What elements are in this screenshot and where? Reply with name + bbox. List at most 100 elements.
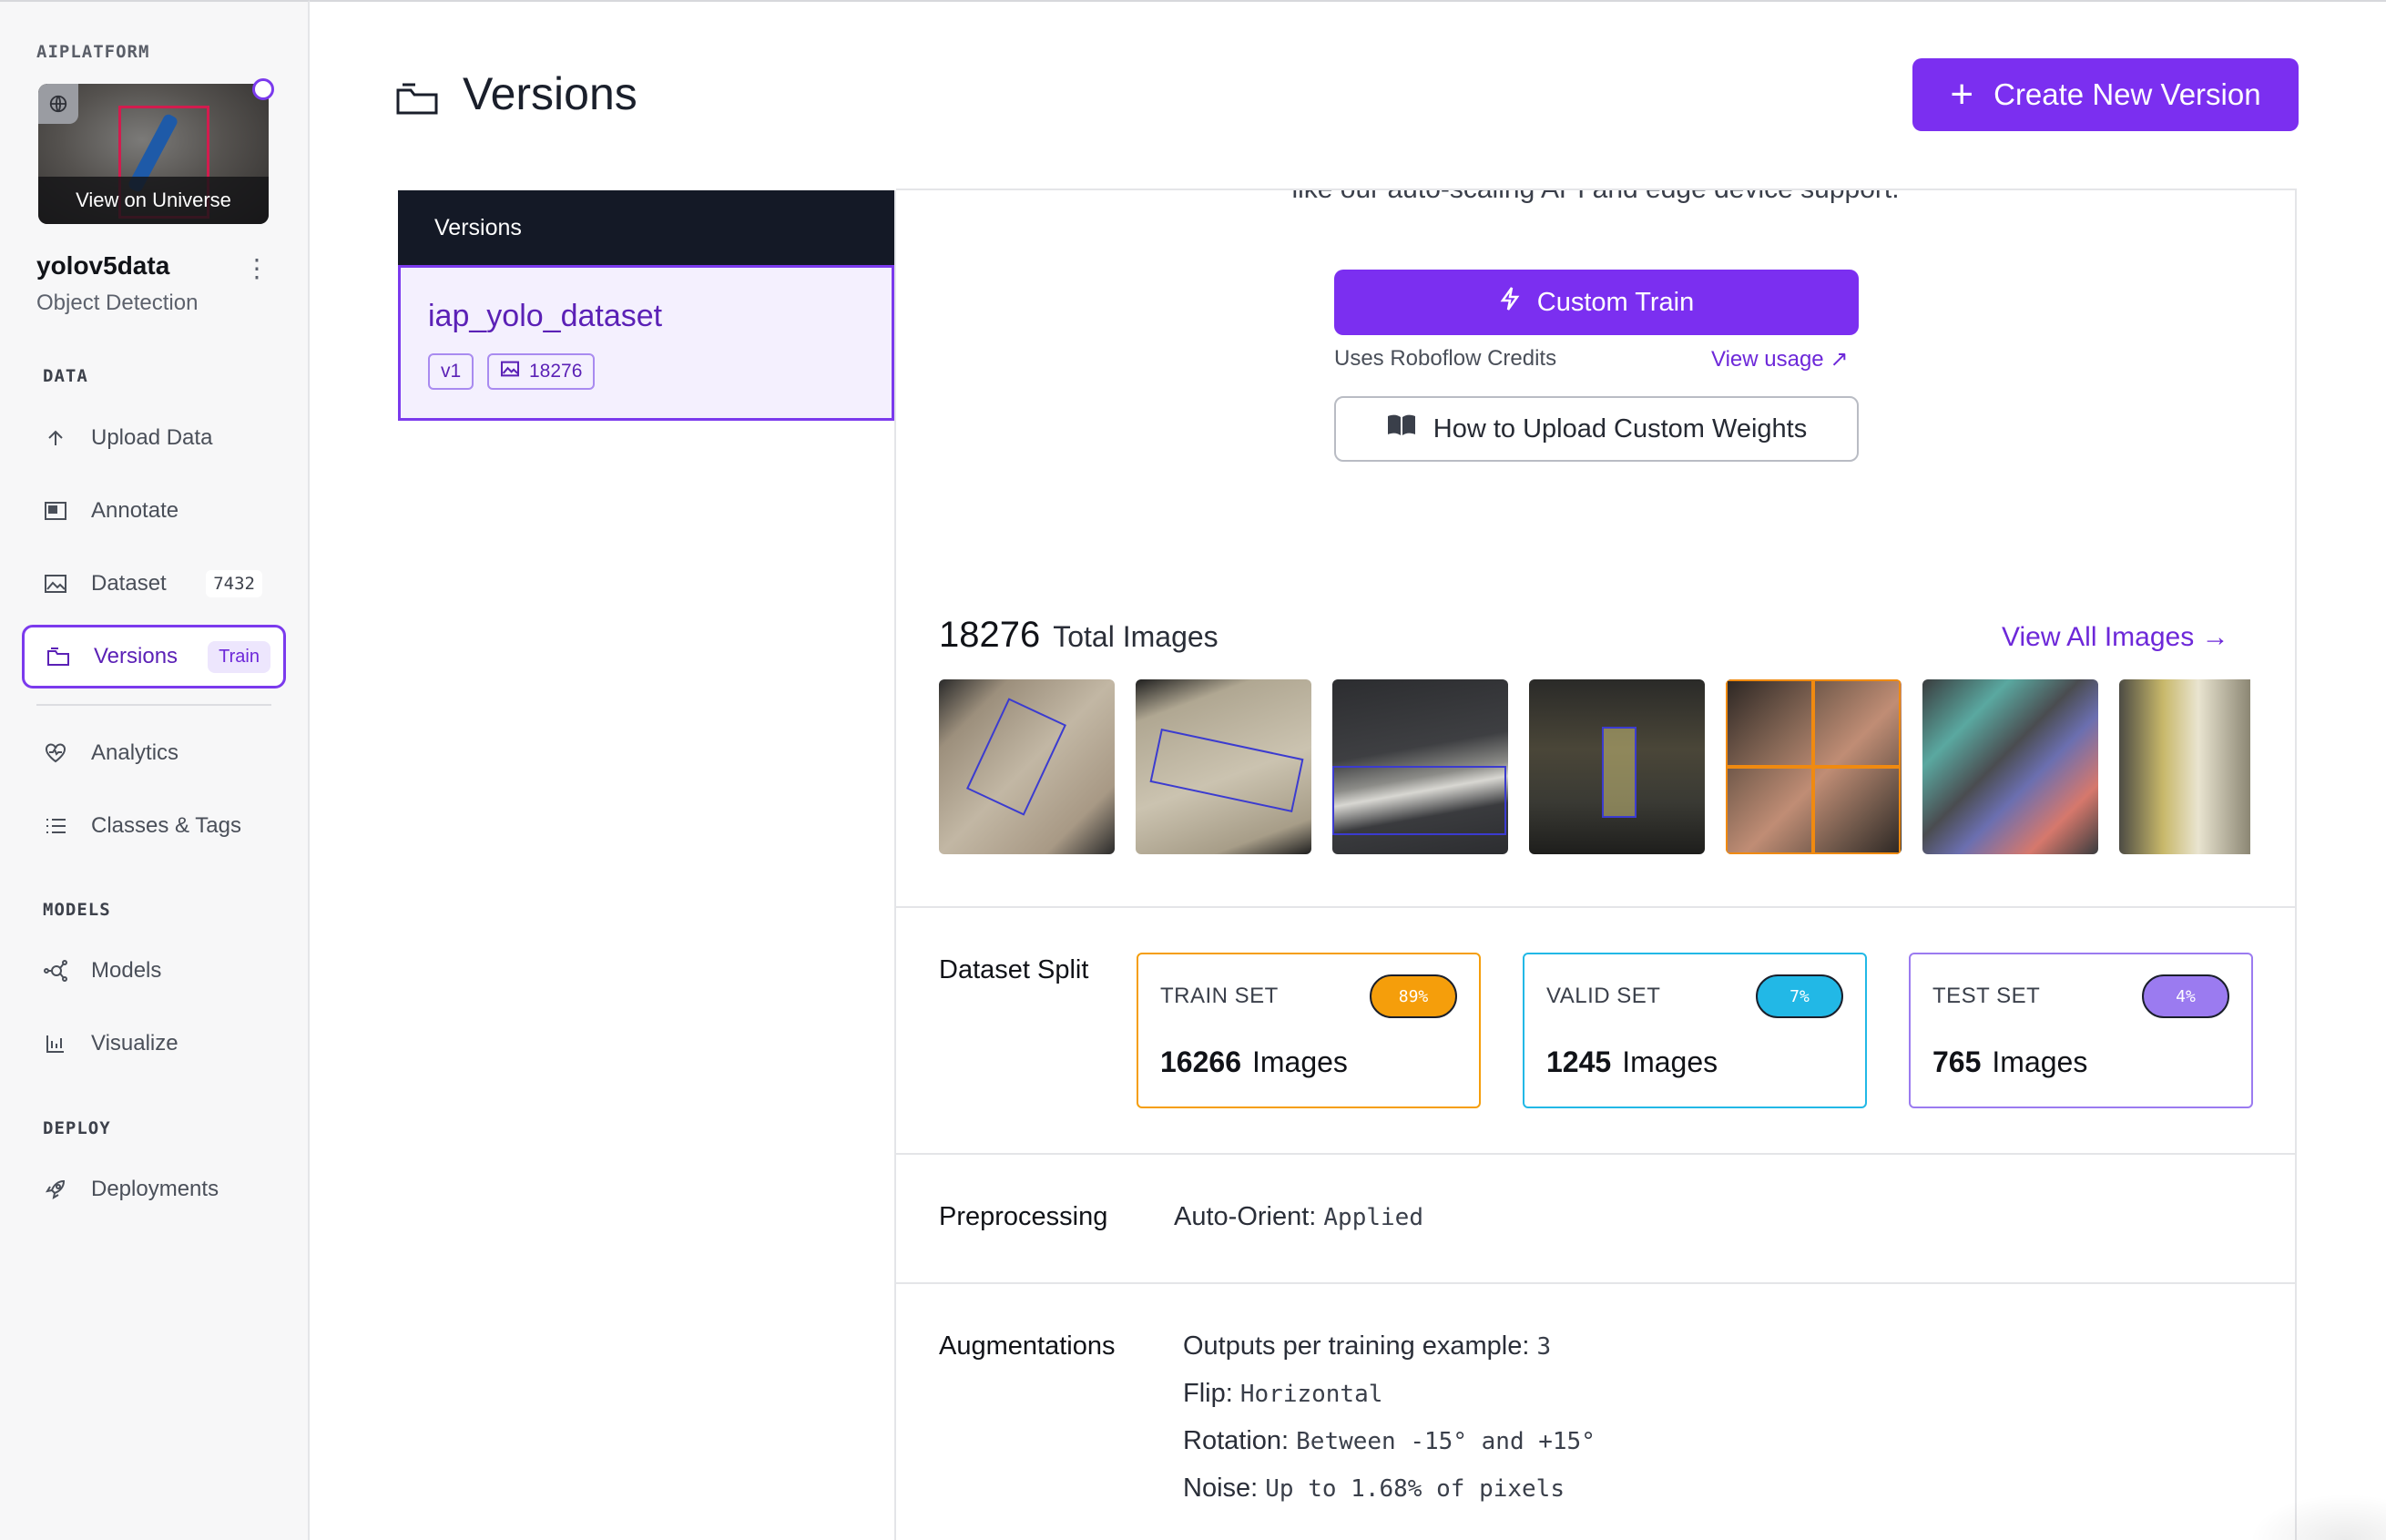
train-set-unit: Images [1251,1045,1348,1078]
version-detail-panel: like our auto-scaling API and edge devic… [896,189,2297,1540]
external-arrow-icon: ↗ [1830,347,1849,372]
list-icon [42,812,69,840]
project-name[interactable]: yolov5data [36,251,169,280]
network-icon [42,957,69,984]
sidebar-item-label: Versions [94,644,178,668]
view-on-universe-link[interactable]: View on Universe [38,177,269,224]
augmentation-key: Outputs per training example: [1183,1331,1530,1361]
valid-set-percent-badge: 7% [1756,974,1843,1018]
augmentation-value: Up to 1.68% of pixels [1265,1475,1565,1503]
folder-icon [45,643,72,670]
augmentation-key: Flip: [1183,1379,1233,1408]
upload-custom-weights-button[interactable]: How to Upload Custom Weights [1334,396,1859,462]
versions-panel-header: Versions [398,190,894,265]
rocket-icon [42,1176,69,1203]
sidebar-item-dataset[interactable]: Dataset 7432 [22,552,286,616]
valid-set-title: VALID SET [1546,984,1661,1008]
upload-custom-weights-label: How to Upload Custom Weights [1433,413,1808,444]
dataset-count-badge: 7432 [206,570,262,597]
project-thumbnail[interactable]: View on Universe [38,84,269,224]
thumbnail-status-dot [252,78,274,100]
plus-icon: + [1950,72,1974,117]
version-number-tag: v1 [428,353,474,390]
thumbnail-bounding-box [1726,767,1813,854]
train-description-text: like our auto-scaling API and edge devic… [1291,189,1900,204]
image-icon [42,570,69,597]
image-thumbnail[interactable] [1922,679,2098,854]
section-divider [896,1282,2295,1284]
augmentation-key: Noise: [1183,1474,1259,1503]
valid-set-value: 1245 Images [1546,1045,1718,1079]
section-divider [896,1153,2295,1155]
sidebar-item-label: Upload Data [91,425,213,450]
image-thumbnail[interactable] [939,679,1115,854]
sidebar-item-analytics[interactable]: Analytics [22,721,286,785]
book-icon [1386,413,1417,444]
total-images-label: Total Images [1053,620,1218,653]
test-set-percent-badge: 4% [2142,974,2229,1018]
top-border [310,0,2386,2]
sidebar-item-label: Dataset [91,571,167,596]
globe-icon [38,84,78,124]
thumbnail-bounding-box [1602,727,1637,818]
sidebar-item-label: Classes & Tags [91,813,241,838]
sidebar-item-versions[interactable]: Versions Train [22,625,286,688]
valid-set-count: 1245 [1546,1045,1612,1078]
sidebar-divider [36,704,271,706]
thumbnail-bounding-box [1726,679,1813,767]
custom-train-label: Custom Train [1536,287,1695,317]
test-set-unit: Images [1992,1045,2088,1078]
image-thumbnail[interactable] [1529,679,1705,854]
view-usage-label: View usage [1711,347,1824,372]
annotate-icon [42,497,69,525]
thumbnail-bounding-box [966,698,1066,816]
train-set-card: TRAIN SET 89% 16266 Images [1137,953,1481,1108]
page-title-text: Versions [463,68,637,119]
test-set-count: 765 [1932,1045,1982,1078]
image-thumbnail-strip [939,679,2250,856]
version-list-item[interactable]: iap_yolo_dataset v1 18276 [398,265,894,421]
train-set-percent-badge: 89% [1370,974,1457,1018]
sidebar: AIPLATFORM View on Universe yolov5data ⋮… [0,0,310,1540]
sidebar-item-deployments[interactable]: Deployments [22,1158,286,1221]
heart-pulse-icon [42,739,69,767]
section-divider [896,906,2295,908]
sidebar-item-label: Visualize [91,1031,178,1056]
section-label-deploy: DEPLOY [43,1118,111,1138]
image-thumbnail[interactable] [1136,679,1311,854]
version-name[interactable]: iap_yolo_dataset [428,299,662,334]
train-pill[interactable]: Train [208,640,270,673]
custom-train-button[interactable]: Custom Train [1334,270,1859,335]
train-set-value: 16266 Images [1160,1045,1348,1079]
augmentation-value: Horizontal [1239,1381,1383,1408]
arrow-up-icon [42,424,69,452]
sidebar-item-visualize[interactable]: Visualize [22,1012,286,1076]
image-thumbnail[interactable] [1726,679,1902,854]
thumbnail-bounding-box [1813,679,1901,767]
sidebar-item-upload-data[interactable]: Upload Data [22,406,286,470]
image-thumbnail[interactable] [1332,679,1508,854]
valid-set-unit: Images [1622,1045,1718,1078]
sidebar-item-label: Annotate [91,498,179,523]
preprocessing-auto-orient: Auto-Orient: Applied [1174,1202,1423,1232]
augmentation-outputs: Outputs per training example: 3 [1183,1331,1551,1362]
version-number: v1 [441,361,462,382]
augmentation-value: Between -15° and +15° [1296,1428,1596,1455]
bar-chart-icon [42,1030,69,1057]
view-usage-link[interactable]: View usage ↗ [1711,346,1848,372]
augmentation-key: Rotation: [1183,1426,1290,1455]
image-thumbnail[interactable] [2119,679,2250,854]
sidebar-item-label: Models [91,958,162,983]
create-new-version-label: Create New Version [1993,77,2261,111]
workspace-name[interactable]: AIPLATFORM [36,42,149,62]
sidebar-item-models[interactable]: Models [22,939,286,1003]
create-new-version-button[interactable]: + Create New Version [1912,58,2299,131]
view-all-images-link[interactable]: View All Images → [2002,622,2229,653]
test-set-card: TEST SET 4% 765 Images [1909,953,2253,1108]
sidebar-item-annotate[interactable]: Annotate [22,479,286,543]
sidebar-item-classes-tags[interactable]: Classes & Tags [22,794,286,858]
image-icon [500,361,520,382]
page-title: Versions [395,67,637,120]
lightning-icon [1499,286,1521,319]
kebab-menu-icon[interactable]: ⋮ [244,253,270,283]
